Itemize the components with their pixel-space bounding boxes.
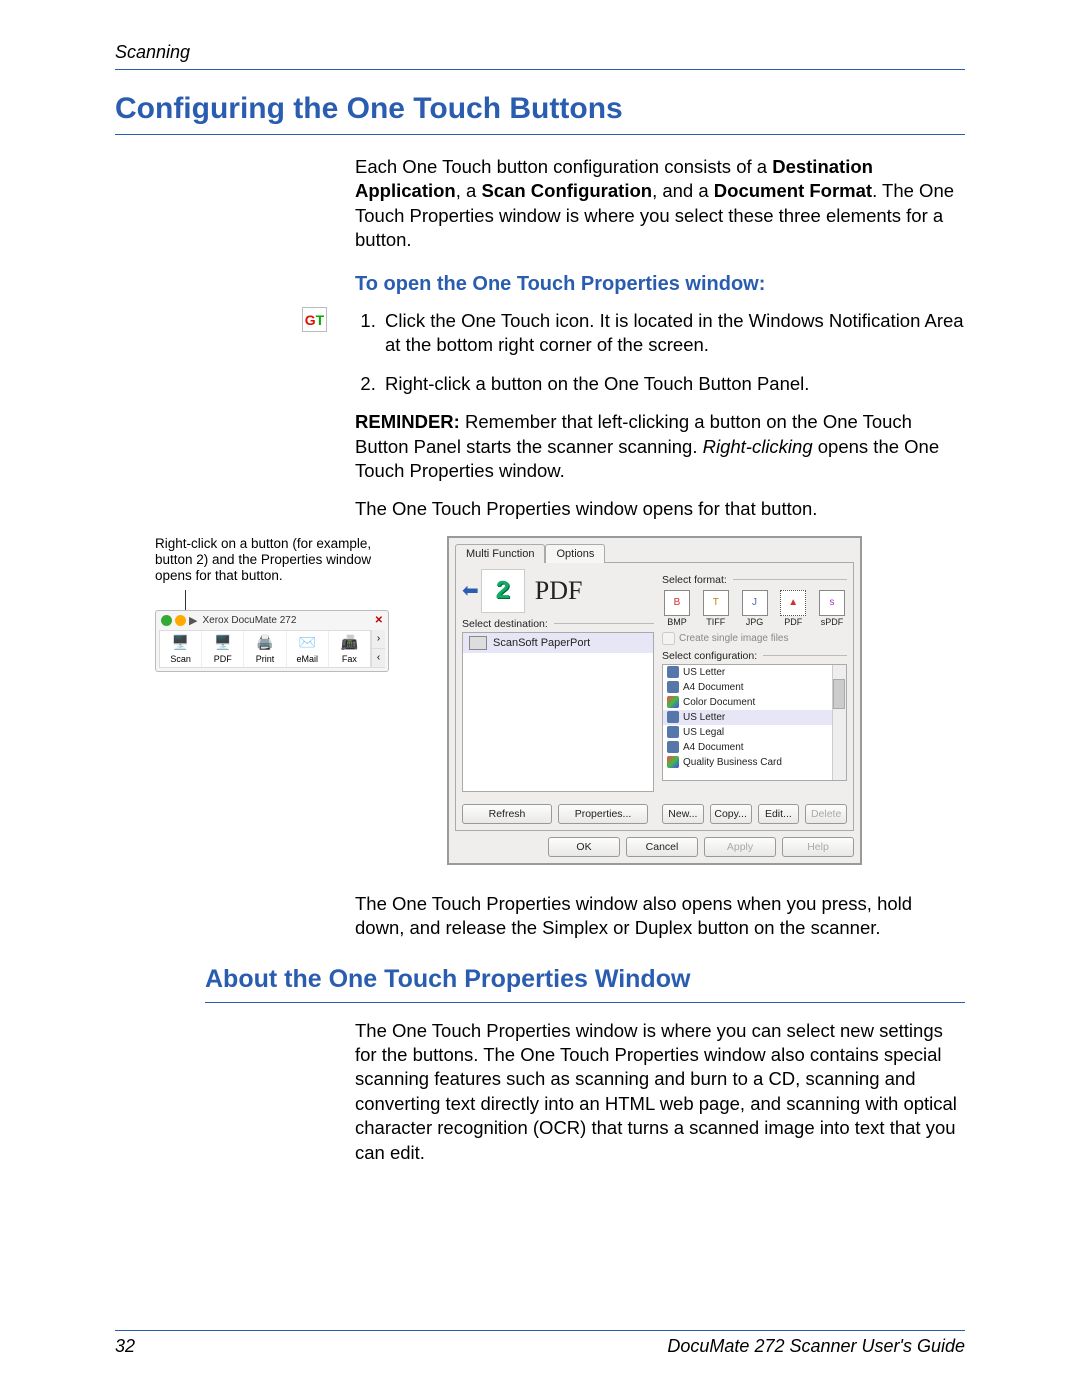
intro-paragraph: Each One Touch button configuration cons… (355, 155, 965, 253)
new-button[interactable]: New... (662, 804, 704, 824)
apply-button: Apply (704, 837, 776, 857)
panel-btn-fax[interactable]: 📠Fax (329, 631, 370, 667)
button-label: PDF (535, 576, 583, 606)
destination-item[interactable]: ScanSoft PaperPort (463, 633, 653, 653)
destination-list[interactable]: ScanSoft PaperPort (462, 632, 654, 792)
format-tiff[interactable]: TTIFF (701, 590, 731, 627)
tab-multifunction[interactable]: Multi Function (455, 544, 545, 563)
heading-3-open: To open the One Touch Properties window: (355, 271, 965, 297)
format-jpg[interactable]: JJPG (740, 590, 770, 627)
cancel-button[interactable]: Cancel (626, 837, 698, 857)
format-pdf[interactable]: ▲PDF (778, 590, 808, 627)
panel-add2-icon[interactable] (175, 615, 186, 626)
onetouch-icon: GT (302, 307, 327, 332)
config-item[interactable]: US Letter🔒 (663, 665, 846, 680)
heading-2-about: About the One Touch Properties Window (205, 965, 965, 994)
app-icon (469, 636, 487, 650)
config-item[interactable]: US Legal🔒 (663, 725, 846, 740)
delete-button: Delete (805, 804, 847, 824)
tab-options[interactable]: Options (545, 544, 605, 563)
properties-button[interactable]: Properties... (558, 804, 648, 824)
panel-add-icon[interactable] (161, 615, 172, 626)
config-label: Select configuration: (662, 650, 757, 662)
divider (115, 134, 965, 135)
panel-scroll-left[interactable]: ‹ (372, 649, 385, 668)
page-number: 32 (115, 1336, 135, 1357)
heading-1: Configuring the One Touch Buttons (115, 92, 965, 126)
divider (115, 69, 965, 70)
section-header: Scanning (115, 42, 965, 63)
panel-btn-scan[interactable]: 🖥️Scan (160, 631, 202, 667)
onetouch-properties-window: Multi Function Options ⬅ 2 PDF Select de… (447, 536, 862, 865)
button-number-icon: 2 (481, 569, 525, 613)
figure-area: Right-click on a button (for example, bu… (115, 536, 965, 876)
step-2: Right-click a button on the One Touch Bu… (381, 372, 965, 396)
ok-button[interactable]: OK (548, 837, 620, 857)
config-item[interactable]: A4 Document🔒 (663, 680, 846, 695)
step-1: Click the One Touch icon. It is located … (381, 309, 965, 358)
reminder-para: REMINDER: Remember that left-clicking a … (355, 410, 965, 483)
chevron-icon[interactable]: ▶ (189, 614, 197, 627)
onetouch-button-panel: ▶ Xerox DocuMate 272 ✕ 🖥️Scan 🖥️PDF 🖨️Pr… (155, 610, 389, 672)
after-reminder: The One Touch Properties window opens fo… (355, 497, 965, 521)
after-figure-para: The One Touch Properties window also ope… (355, 892, 965, 941)
edit-button[interactable]: Edit... (758, 804, 800, 824)
scrollbar[interactable] (832, 665, 846, 780)
config-item[interactable]: A4 Document🔒 (663, 740, 846, 755)
panel-title: Xerox DocuMate 272 (202, 615, 371, 626)
close-icon[interactable]: ✕ (375, 615, 383, 626)
steps-list: Click the One Touch icon. It is located … (355, 309, 965, 396)
panel-btn-pdf[interactable]: 🖥️PDF (202, 631, 244, 667)
page-footer: 32 DocuMate 272 Scanner User's Guide (115, 1336, 965, 1357)
config-list[interactable]: US Letter🔒 A4 Document🔒 Color Document🔒 … (662, 664, 847, 781)
about-paragraph: The One Touch Properties window is where… (355, 1019, 965, 1165)
panel-btn-print[interactable]: 🖨️Print (244, 631, 286, 667)
figure-callout: Right-click on a button (for example, bu… (155, 536, 385, 585)
config-item[interactable]: Quality Business Card🔒 (663, 755, 846, 770)
config-item[interactable]: US Letter🔒 (663, 710, 846, 725)
footer-title: DocuMate 272 Scanner User's Guide (667, 1336, 965, 1357)
panel-scroll-right[interactable]: › (372, 630, 385, 649)
format-bmp[interactable]: BBMP (662, 590, 692, 627)
copy-button[interactable]: Copy... (710, 804, 752, 824)
create-single-checkbox (662, 632, 675, 645)
config-item[interactable]: Color Document🔒 (663, 695, 846, 710)
panel-btn-email[interactable]: ✉️eMail (287, 631, 329, 667)
help-button[interactable]: Help (782, 837, 854, 857)
format-label: Select format: (662, 574, 727, 586)
divider (205, 1002, 965, 1003)
format-spdf[interactable]: ssPDF (817, 590, 847, 627)
arrow-left-icon[interactable]: ⬅ (462, 578, 479, 603)
refresh-button[interactable]: Refresh (462, 804, 552, 824)
dest-label: Select destination: (462, 618, 548, 630)
